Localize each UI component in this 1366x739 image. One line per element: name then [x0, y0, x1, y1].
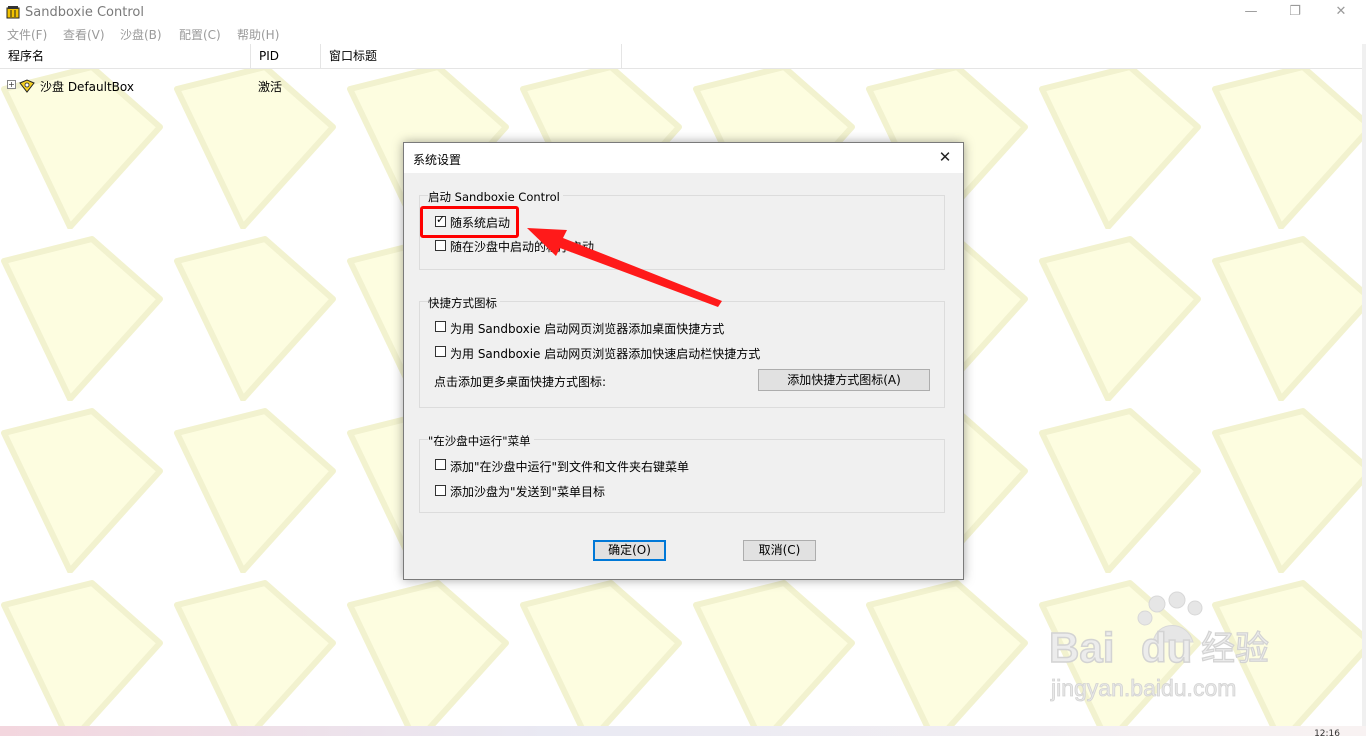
- sandbox-status: 激活: [258, 80, 283, 94]
- scrollbar[interactable]: [1362, 44, 1366, 726]
- dialog-close-icon[interactable]: ✕: [935, 147, 955, 167]
- add-shortcut-button[interactable]: 添加快捷方式图标(A): [758, 369, 930, 391]
- column-window-title[interactable]: 窗口标题: [321, 44, 622, 68]
- ok-button[interactable]: 确定(O): [593, 540, 666, 561]
- desktop-shortcut-label: 为用 Sandboxie 启动网页浏览器添加桌面快捷方式: [450, 322, 725, 336]
- close-window-button[interactable]: ✕: [1318, 0, 1364, 24]
- context-menu-checkbox[interactable]: [435, 459, 446, 470]
- column-header-bar: 程序名 PID 窗口标题: [0, 44, 1366, 69]
- dialog-title: 系统设置: [413, 153, 462, 167]
- taskbar-clock: 12:16: [1314, 729, 1340, 739]
- column-pid[interactable]: PID: [251, 44, 321, 68]
- more-shortcuts-label: 点击添加更多桌面快捷方式图标:: [434, 375, 607, 389]
- menu-help[interactable]: 帮助(H): [237, 26, 279, 43]
- quicklaunch-shortcut-checkbox[interactable]: [435, 346, 446, 357]
- sandbox-name[interactable]: 沙盘 DefaultBox: [40, 78, 134, 95]
- sandboxie-app-icon: [6, 6, 20, 19]
- menu-configure[interactable]: 配置(C): [179, 26, 221, 43]
- context-menu-label: 添加"在沙盘中运行"到文件和文件夹右键菜单: [450, 460, 690, 474]
- svg-text:Bai: Bai: [1049, 624, 1114, 671]
- send-to-label: 添加沙盘为"发送到"菜单目标: [450, 485, 606, 499]
- svg-text:jingyan.baidu.com: jingyan.baidu.com: [1050, 675, 1236, 701]
- baidu-jingyan-watermark-logo: Bai du 经验 jingyan.baidu.com: [1048, 591, 1270, 701]
- shortcuts-group-label: 快捷方式图标: [428, 295, 500, 311]
- window-title: Sandboxie Control: [25, 5, 144, 20]
- run-sandboxed-menu-group: [419, 439, 945, 513]
- menu-file[interactable]: 文件(F): [7, 26, 47, 43]
- menu-bar: 文件(F) 查看(V) 沙盘(B) 配置(C) 帮助(H): [0, 24, 1366, 44]
- startup-group-label: 启动 Sandboxie Control: [428, 189, 563, 205]
- desktop-shortcut-checkbox[interactable]: [435, 321, 446, 332]
- restore-button[interactable]: ❐: [1272, 0, 1318, 24]
- expand-toggle[interactable]: +: [7, 80, 16, 89]
- taskbar-strip: [0, 726, 1366, 736]
- menu-view[interactable]: 查看(V): [63, 26, 105, 43]
- sandbox-icon: [19, 79, 35, 93]
- title-bar: Sandboxie Control — ❐ ✕: [0, 0, 1366, 24]
- column-program-name[interactable]: 程序名: [0, 44, 251, 68]
- start-with-sandboxed-program-checkbox[interactable]: [435, 240, 446, 251]
- svg-text:du: du: [1141, 624, 1192, 671]
- cancel-button[interactable]: 取消(C): [743, 540, 816, 561]
- dialog-title-bar: 系统设置 ✕: [404, 143, 963, 173]
- start-with-sandboxed-program-label: 随在沙盘中启动的程序启动: [450, 240, 595, 254]
- menu-sandbox[interactable]: 沙盘(B): [120, 26, 162, 43]
- minimize-button[interactable]: —: [1228, 0, 1274, 24]
- send-to-checkbox[interactable]: [435, 485, 446, 496]
- highlight-box: [420, 206, 519, 238]
- svg-text:经验: 经验: [1201, 629, 1269, 669]
- run-sandboxed-menu-group-label: "在沙盘中运行"菜单: [428, 433, 534, 449]
- quicklaunch-shortcut-label: 为用 Sandboxie 启动网页浏览器添加快速启动栏快捷方式: [450, 347, 761, 361]
